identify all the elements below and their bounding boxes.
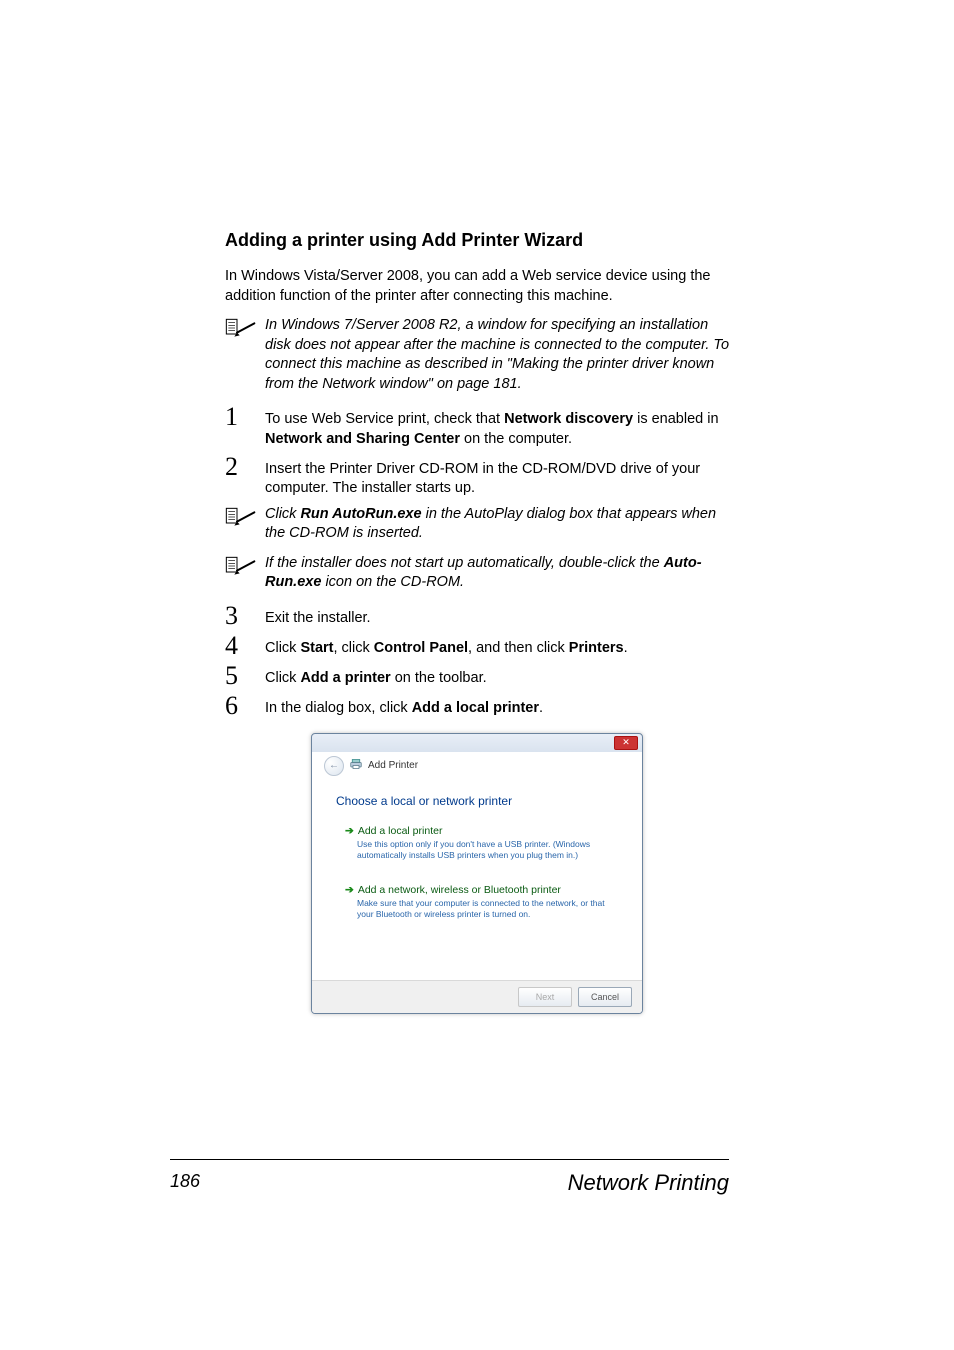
option-title: ➔ Add a network, wireless or Bluetooth p…: [345, 884, 609, 896]
step-item: 3 Exit the installer.: [225, 603, 729, 629]
window-header: ← Add Printer: [312, 752, 642, 784]
close-icon[interactable]: ✕: [614, 736, 638, 750]
printer-icon: [350, 758, 362, 773]
step-item: 4 Click Start, click Control Panel, and …: [225, 633, 729, 659]
note-icon: [225, 316, 265, 338]
note-icon: [225, 554, 265, 576]
step-number: 1: [225, 404, 265, 430]
step-number: 5: [225, 663, 265, 689]
dialog-heading: Choose a local or network printer: [336, 794, 618, 808]
step-number: 2: [225, 454, 265, 480]
text-segment: In the dialog box, click: [265, 700, 412, 716]
text-segment: .: [624, 640, 628, 656]
note-text: Click Run AutoRun.exe in the AutoPlay di…: [265, 505, 729, 544]
text-segment: , and then click: [468, 640, 569, 656]
text-segment: on the computer.: [460, 431, 572, 447]
arrow-right-icon: ➔: [345, 825, 354, 837]
text-segment: If the installer does not start up autom…: [265, 555, 664, 571]
document-page: Adding a printer using Add Printer Wizar…: [0, 0, 954, 1350]
arrow-right-icon: ➔: [345, 884, 354, 896]
step-item: 2 Insert the Printer Driver CD-ROM in th…: [225, 454, 729, 499]
option-subtext: Use this option only if you don't have a…: [357, 839, 609, 860]
step-text: Exit the installer.: [265, 603, 729, 629]
step-text: To use Web Service print, check that Net…: [265, 404, 729, 449]
text-segment: , click: [334, 640, 374, 656]
step-number: 3: [225, 603, 265, 629]
text-segment: Click: [265, 506, 300, 522]
dialog-footer: Next Cancel: [312, 980, 642, 1013]
note-block: If the installer does not start up autom…: [225, 554, 729, 593]
text-segment: is enabled in: [633, 411, 718, 427]
text-segment: on the toolbar.: [391, 670, 487, 686]
step-text: Insert the Printer Driver CD-ROM in the …: [265, 454, 729, 499]
option-title-text: Add a local printer: [358, 825, 443, 837]
text-segment: .: [539, 700, 543, 716]
dialog-body: Choose a local or network printer ➔ Add …: [312, 784, 642, 981]
window-title: Add Printer: [368, 760, 418, 771]
text-segment: Click: [265, 670, 300, 686]
cancel-button[interactable]: Cancel: [578, 987, 632, 1007]
note-text: In Windows 7/Server 2008 R2, a window fo…: [265, 316, 729, 394]
text-bold-italic: Run AutoRun.exe: [300, 506, 421, 522]
text-bold: Network discovery: [504, 411, 633, 427]
footer-title: Network Printing: [568, 1170, 729, 1196]
note-text: If the installer does not start up autom…: [265, 554, 729, 593]
intro-paragraph: In Windows Vista/Server 2008, you can ad…: [225, 267, 729, 306]
step-text: In the dialog box, click Add a local pri…: [265, 693, 729, 719]
footer-divider: [170, 1159, 729, 1160]
option-add-local-printer[interactable]: ➔ Add a local printer Use this option on…: [336, 818, 618, 869]
option-subtext: Make sure that your computer is connecte…: [357, 898, 609, 919]
option-add-network-printer[interactable]: ➔ Add a network, wireless or Bluetooth p…: [336, 877, 618, 928]
step-text: Click Start, click Control Panel, and th…: [265, 633, 729, 659]
back-icon[interactable]: ←: [324, 756, 344, 776]
note-block: Click Run AutoRun.exe in the AutoPlay di…: [225, 505, 729, 544]
window-titlebar: ✕: [312, 734, 642, 752]
screenshot-figure: ✕ ← Add Printer Choose a local or networ…: [225, 733, 729, 1015]
next-button[interactable]: Next: [518, 987, 572, 1007]
page-number: 186: [170, 1171, 200, 1192]
text-segment: icon on the CD-ROM.: [321, 574, 464, 590]
step-text: Click Add a printer on the toolbar.: [265, 663, 729, 689]
text-bold: Start: [300, 640, 333, 656]
step-item: 1 To use Web Service print, check that N…: [225, 404, 729, 449]
option-title-text: Add a network, wireless or Bluetooth pri…: [358, 884, 561, 896]
step-number: 6: [225, 693, 265, 719]
text-bold: Network and Sharing Center: [265, 431, 460, 447]
text-bold: Control Panel: [374, 640, 468, 656]
section-heading: Adding a printer using Add Printer Wizar…: [225, 230, 729, 251]
text-segment: Click: [265, 640, 300, 656]
text-bold: Printers: [569, 640, 624, 656]
note-block: In Windows 7/Server 2008 R2, a window fo…: [225, 316, 729, 394]
step-item: 5 Click Add a printer on the toolbar.: [225, 663, 729, 689]
step-item: 6 In the dialog box, click Add a local p…: [225, 693, 729, 719]
text-bold: Add a local printer: [412, 700, 539, 716]
text-bold: Add a printer: [300, 670, 390, 686]
text-segment: To use Web Service print, check that: [265, 411, 504, 427]
add-printer-dialog: ✕ ← Add Printer Choose a local or networ…: [311, 733, 643, 1015]
step-number: 4: [225, 633, 265, 659]
option-title: ➔ Add a local printer: [345, 825, 609, 837]
note-icon: [225, 505, 265, 527]
